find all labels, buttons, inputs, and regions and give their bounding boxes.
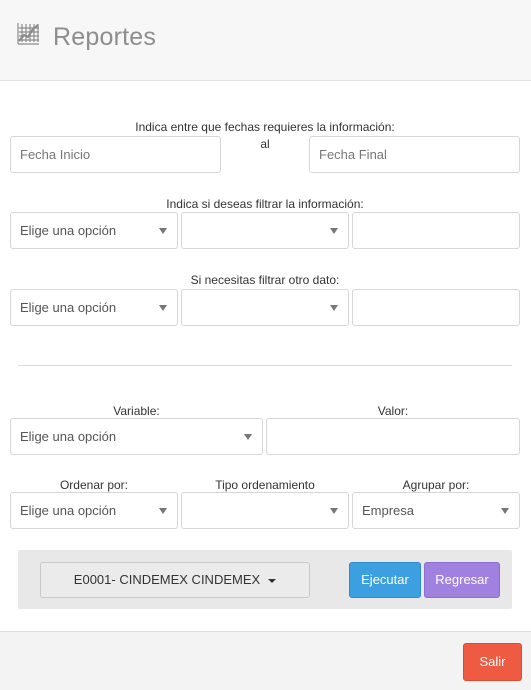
- execute-button[interactable]: Ejecutar: [349, 562, 421, 598]
- page-title: Reportes: [53, 23, 157, 51]
- start-date-placeholder: Fecha Inicio: [20, 147, 91, 162]
- chevron-down-icon: [159, 305, 167, 311]
- variable-select[interactable]: Elige una opción: [10, 418, 263, 455]
- page-header: Reportes: [0, 0, 531, 81]
- start-date-field[interactable]: Fecha Inicio: [10, 136, 221, 173]
- chevron-down-icon: [159, 508, 167, 514]
- section-divider: [18, 365, 512, 366]
- filter2-select-2[interactable]: [181, 289, 349, 326]
- filter1-select-2[interactable]: [181, 212, 349, 249]
- filter1-value-input[interactable]: [352, 212, 520, 249]
- ordenar-label: Ordenar por:: [59, 478, 129, 492]
- agrupar-select[interactable]: Empresa: [352, 492, 520, 529]
- chevron-down-icon: [244, 434, 252, 440]
- end-date-field[interactable]: Fecha Final: [309, 136, 520, 173]
- variable-label: Variable:: [113, 404, 160, 418]
- filter2-value-input[interactable]: [352, 289, 520, 326]
- tipo-label: Tipo ordenamiento: [215, 478, 315, 492]
- end-date-placeholder: Fecha Final: [319, 147, 387, 162]
- chevron-down-icon: [501, 508, 509, 514]
- chevron-down-icon: [330, 305, 338, 311]
- filter1-select-1-value: Elige una opción: [20, 223, 117, 238]
- tipo-select[interactable]: [181, 492, 349, 529]
- exit-button[interactable]: Salir: [463, 643, 522, 681]
- filter2-select-1[interactable]: Elige una opción: [10, 289, 178, 326]
- filter2-select-1-value: Elige una opción: [20, 300, 117, 315]
- filter2-label: Si necesitas filtrar otro dato:: [190, 273, 340, 287]
- chart-icon: [17, 23, 39, 45]
- filter1-select-1[interactable]: Elige una opción: [10, 212, 178, 249]
- filter1-label: Indica si deseas filtrar la información:: [166, 197, 364, 211]
- chevron-down-icon: [330, 508, 338, 514]
- company-dropdown-label: E0001- CINDEMEX CINDEMEX: [73, 572, 261, 587]
- date-range-label: Indica entre que fechas requieres la inf…: [135, 120, 395, 134]
- valor-label: Valor:: [377, 404, 409, 418]
- agrupar-label: Agrupar por:: [402, 478, 470, 492]
- modal-footer: [0, 631, 531, 690]
- agrupar-select-value: Empresa: [362, 503, 415, 518]
- caret-down-icon: [268, 578, 277, 583]
- company-dropdown[interactable]: E0001- CINDEMEX CINDEMEX: [40, 562, 310, 598]
- date-separator: al: [260, 137, 270, 151]
- ordenar-select-value: Elige una opción: [20, 503, 117, 518]
- back-button[interactable]: Regresar: [424, 562, 500, 598]
- variable-select-value: Elige una opción: [20, 429, 117, 444]
- valor-input[interactable]: [266, 418, 520, 455]
- chevron-down-icon: [159, 228, 167, 234]
- chevron-down-icon: [330, 228, 338, 234]
- ordenar-select[interactable]: Elige una opción: [10, 492, 178, 529]
